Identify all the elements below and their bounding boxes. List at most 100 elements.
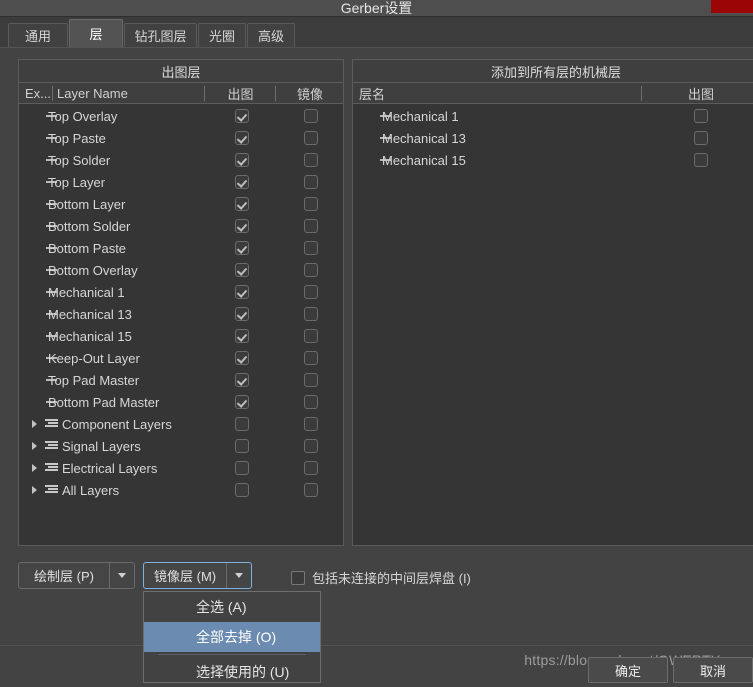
table-row[interactable]: Bottom Solder [20,215,342,237]
plot-checkbox[interactable] [235,153,249,167]
mirror-checkbox[interactable] [304,175,318,189]
mirror-checkbox[interactable] [304,461,318,475]
layer-stack-icon [45,418,59,430]
chevron-right-icon[interactable] [32,420,37,428]
mirror-checkbox[interactable] [304,197,318,211]
layer-stack-icon [45,440,59,452]
plot-checkbox[interactable] [235,373,249,387]
plot-checkbox[interactable] [235,395,249,409]
plot-checkbox[interactable] [235,241,249,255]
column-layer-name: Layer Name [57,85,128,101]
table-row[interactable]: Mechanical 1 [20,281,342,303]
mirror-checkbox[interactable] [304,131,318,145]
mirror-checkbox[interactable] [304,373,318,387]
include-unconnected-pads-option[interactable]: 包括未连接的中间层焊盘 (I) [291,568,471,587]
mirror-layers-button-label: 镜像层 (M) [154,569,217,584]
chevron-right-icon[interactable] [32,486,37,494]
plot-layers-list[interactable]: Top Overlay Top Paste Top Solder Top Layer B… [20,105,342,544]
menu-separator [158,654,306,655]
chevron-right-icon[interactable] [32,464,37,472]
table-row[interactable]: Signal Layers [20,435,342,457]
mirror-checkbox[interactable] [304,351,318,365]
tab-layers[interactable]: 层 [69,19,123,47]
chevron-down-icon[interactable] [109,563,134,588]
table-row[interactable]: Bottom Overlay [20,259,342,281]
tab-strip: 通用 层 钻孔图层 光圈 高级 [0,17,753,48]
mechanical-layers-title: 添加到所有层的机械层 [353,60,753,83]
tab-advanced[interactable]: 高级 [247,23,295,47]
menu-item-select-all[interactable]: 全选 (A) [144,592,320,622]
plot-checkbox[interactable] [235,219,249,233]
table-row[interactable]: Mechanical 1 [354,105,753,127]
menu-item-deselect-all[interactable]: 全部去掉 (O) [144,622,320,652]
mirror-checkbox[interactable] [304,307,318,321]
table-row[interactable]: Top Solder [20,149,342,171]
plot-checkbox[interactable] [235,197,249,211]
tab-general[interactable]: 通用 [8,23,68,47]
mirror-checkbox[interactable] [304,417,318,431]
window-title: Gerber设置 [340,0,413,16]
chevron-right-icon[interactable] [32,442,37,450]
table-row[interactable]: Electrical Layers [20,457,342,479]
plot-checkbox[interactable] [235,131,249,145]
table-row[interactable]: Top Paste [20,127,342,149]
table-row[interactable]: Component Layers [20,413,342,435]
table-row[interactable]: Top Overlay [20,105,342,127]
mirror-checkbox[interactable] [304,153,318,167]
table-row[interactable]: Bottom Paste [20,237,342,259]
close-icon[interactable] [711,0,753,13]
plot-checkbox[interactable] [235,439,249,453]
plot-checkbox[interactable] [235,307,249,321]
mechanical-layers-panel: 添加到所有层的机械层 层名 出图 Mechanical 1 Mechanical … [352,59,753,546]
plot-layers-split-button[interactable]: 绘制层 (P) [18,562,135,589]
plot-checkbox[interactable] [235,483,249,497]
mirror-layers-menu[interactable]: 全选 (A) 全部去掉 (O) 选择使用的 (U) [143,591,321,683]
ok-button[interactable]: 确定 [588,657,668,683]
table-row[interactable]: Bottom Pad Master [20,391,342,413]
mirror-checkbox[interactable] [304,329,318,343]
column-divider [52,86,53,101]
table-row[interactable]: Top Pad Master [20,369,342,391]
cancel-button[interactable]: 取消 [673,657,753,683]
chevron-down-icon[interactable] [226,563,251,588]
plot-checkbox[interactable] [235,175,249,189]
mirror-checkbox[interactable] [304,483,318,497]
plot-layers-title: 出图层 [19,60,343,83]
mirror-checkbox[interactable] [304,395,318,409]
tab-apertures[interactable]: 光圈 [198,23,246,47]
plot-checkbox[interactable] [235,461,249,475]
plot-checkbox[interactable] [694,109,708,123]
mirror-layers-split-button[interactable]: 镜像层 (M) [143,562,252,589]
table-row[interactable]: Mechanical 15 [20,325,342,347]
plot-checkbox[interactable] [235,109,249,123]
table-row[interactable]: Mechanical 13 [354,127,753,149]
table-row[interactable]: Top Layer [20,171,342,193]
plot-checkbox[interactable] [235,417,249,431]
plot-checkbox[interactable] [694,153,708,167]
layer-stack-icon [45,462,59,474]
layer-name: Mechanical 1 [48,284,125,300]
mirror-checkbox[interactable] [304,439,318,453]
column-layer-name-cn: 层名 [359,86,386,102]
layer-name: Component Layers [62,416,172,432]
table-row[interactable]: All Layers [20,479,342,501]
table-row[interactable]: Bottom Layer [20,193,342,215]
table-row[interactable]: Mechanical 15 [354,149,753,171]
table-row[interactable]: Mechanical 13 [20,303,342,325]
mirror-checkbox[interactable] [304,109,318,123]
table-row[interactable]: Keep-Out Layer [20,347,342,369]
tab-drill-drawing[interactable]: 钻孔图层 [124,23,197,47]
include-unconnected-pads-checkbox[interactable] [291,570,305,585]
mirror-checkbox[interactable] [304,241,318,255]
plot-checkbox[interactable] [235,263,249,277]
layer-name: Signal Layers [62,438,141,454]
plot-checkbox[interactable] [235,351,249,365]
mirror-checkbox[interactable] [304,219,318,233]
column-divider [275,86,276,101]
mechanical-layers-list[interactable]: Mechanical 1 Mechanical 13 Mechanical 15 [354,105,753,544]
mirror-checkbox[interactable] [304,285,318,299]
mirror-checkbox[interactable] [304,263,318,277]
plot-checkbox[interactable] [694,131,708,145]
plot-checkbox[interactable] [235,329,249,343]
plot-checkbox[interactable] [235,285,249,299]
